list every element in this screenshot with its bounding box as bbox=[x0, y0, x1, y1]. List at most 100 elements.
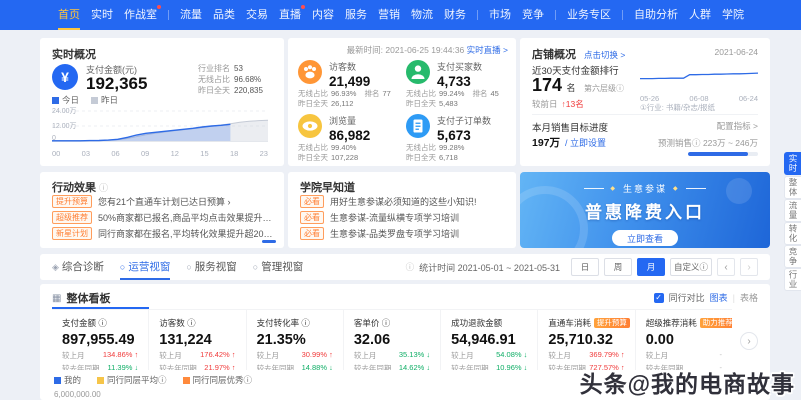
board-metric-super-rec-spend[interactable]: 超级推荐消耗助力推荐 0.00 较上月 - 较去年同期 - bbox=[636, 310, 732, 370]
banner-view-button[interactable]: 立即查看 bbox=[612, 230, 678, 246]
prev-period-button[interactable]: ‹ bbox=[717, 258, 735, 276]
sales-goal-value: 197万 / 立即设置 bbox=[532, 135, 606, 150]
metric-label: 支付买家数 bbox=[437, 60, 512, 73]
realtime-area-chart bbox=[52, 110, 268, 142]
nav-item-war-room[interactable]: 作战室 bbox=[124, 0, 157, 30]
peer-compare-label: 同行对比 bbox=[669, 291, 705, 304]
nav-item-academy[interactable]: 学院 bbox=[722, 0, 744, 30]
board-metric-avg-order-value[interactable]: 客单价 ⓘ 32.06 较上月 35.13% ↓ 较去年同期 14.62% ↓ bbox=[344, 310, 441, 370]
action-item[interactable]: 超级推荐 50%商家都已报名,商品平均点击效果提升30%,快速… › bbox=[52, 211, 274, 224]
nav-divider bbox=[477, 10, 478, 20]
metric-pay-suborders[interactable]: 支付子订单数 5,673 无线占比99.28% 昨日全天6,718 bbox=[406, 114, 512, 143]
nav-item-self-analysis[interactable]: 自助分析 bbox=[634, 0, 678, 30]
sales-forecast: 预测销售ⓘ 223万 ~ 246万 bbox=[658, 137, 758, 149]
board-metric-ztc-spend[interactable]: 直通车消耗提升预算 25,710.32 较上月 369.79% ↑ 较去年同期 … bbox=[538, 310, 635, 370]
boost-budget-badge[interactable]: 提升预算 bbox=[594, 318, 630, 328]
board-metric-visitors[interactable]: 访客数 ⓘ 131,224 较上月 176.42% ↑ 较去年同期 21.97%… bbox=[149, 310, 246, 370]
academy-item[interactable]: 必看 生意参谋-流量纵横专项学习培训 bbox=[300, 211, 506, 224]
tab-service-view[interactable]: ○服务视窗 bbox=[186, 254, 236, 280]
buyers-person-icon bbox=[406, 60, 430, 84]
pay-amount-value: 192,365 bbox=[86, 74, 147, 94]
action-item[interactable]: 新星计划 同行商家都在报名,平均转化效果提升超20%,快速打… › bbox=[52, 227, 274, 240]
table-toggle[interactable]: 表格 bbox=[740, 291, 758, 304]
nav-item-home[interactable]: 首页 bbox=[58, 0, 80, 30]
stat-time: 统计时间 2021-05-01 ~ 2021-05-31 bbox=[419, 261, 560, 274]
board-metric-refund-amount[interactable]: 成功退款金额 54,946.91 较上月 54.08% ↓ 较去年同期 10.9… bbox=[441, 310, 538, 370]
nav-item-live[interactable]: 直播 bbox=[279, 0, 301, 30]
shop-rank-chart: 05-26 06-08 06-24 bbox=[640, 64, 758, 103]
range-custom-button[interactable]: 自定义ⓘ bbox=[670, 258, 712, 276]
peer-compare-checkbox[interactable]: ✓ bbox=[654, 293, 664, 303]
metric-substats: 无线占比99.28% 昨日全天6,718 bbox=[406, 143, 512, 163]
watermark: 头条@我的电商故事 bbox=[580, 365, 795, 399]
metrics-carousel-next-button[interactable]: › bbox=[740, 332, 758, 350]
side-tab-realtime[interactable]: 实时 bbox=[784, 152, 801, 175]
side-tab-conversion[interactable]: 转化 bbox=[784, 222, 801, 245]
promo-banner[interactable]: ◆ 生意参谋 ◆ 普惠降费入口 立即查看 bbox=[520, 172, 770, 248]
realtime-title: 实时概况 bbox=[52, 46, 96, 62]
decor-line bbox=[584, 188, 604, 189]
tab-comprehensive-diagnosis[interactable]: ◈综合诊断 bbox=[52, 254, 104, 280]
side-tab-overall[interactable]: 整体 bbox=[784, 176, 801, 199]
nav-item-audience[interactable]: 人群 bbox=[689, 0, 711, 30]
nav-item-business-zone[interactable]: 业务专区 bbox=[567, 0, 611, 30]
y-tick: 24.00万 bbox=[52, 106, 77, 116]
nav-divider bbox=[622, 10, 623, 20]
nav-item-service[interactable]: 服务 bbox=[345, 0, 367, 30]
action-item[interactable]: 提升预算 您有21个直通车计划已达日预算 › bbox=[52, 195, 274, 208]
management-icon: ○ bbox=[253, 254, 258, 280]
operation-icon: ○ bbox=[120, 254, 125, 280]
top-nav: 首页 实时 作战室 流量 品类 交易 直播 内容 服务 营销 物流 财务 市场 … bbox=[0, 0, 801, 30]
side-tab-competition[interactable]: 竞争 bbox=[784, 245, 801, 268]
boost-rec-badge[interactable]: 助力推荐 bbox=[700, 318, 732, 328]
academy-item[interactable]: 必看 生意参谋-品类罗盘专项学习培训 bbox=[300, 227, 506, 240]
nav-item-trade[interactable]: 交易 bbox=[246, 0, 268, 30]
tab-management-view[interactable]: ○管理视窗 bbox=[253, 254, 303, 280]
nav-item-realtime[interactable]: 实时 bbox=[91, 0, 113, 30]
board-y-axis-label: 6,000,000.00 bbox=[54, 390, 101, 399]
shop-title: 店铺概况 bbox=[532, 46, 576, 62]
board-metric-pay-amount[interactable]: 支付金额 ⓘ 897,955.49 较上月 134.86% ↑ 较去年同期 11… bbox=[52, 310, 149, 370]
side-tab-traffic[interactable]: 流量 bbox=[784, 199, 801, 222]
board-metric-conversion-rate[interactable]: 支付转化率 ⓘ 21.35% 较上月 30.99% ↑ 较去年同期 14.88%… bbox=[247, 310, 344, 370]
chart-toggle[interactable]: 图表 bbox=[710, 291, 728, 304]
y-tick: 12.00万 bbox=[52, 121, 77, 131]
metric-pageviews[interactable]: 浏览量 86,982 无线占比99.40% 昨日全天107,228 bbox=[298, 114, 404, 143]
info-icon: ⓘ bbox=[99, 183, 108, 193]
nav-item-logistics[interactable]: 物流 bbox=[411, 0, 433, 30]
board-chart-legend: 我的 同行同层平均ⓘ 同行同层优秀ⓘ bbox=[54, 374, 252, 386]
shop-overview-card: 店铺概况 点击切换 > 2021-06-24 近30天支付金额排行 174 名 … bbox=[520, 38, 770, 166]
metric-substats: 无线占比99.24%排名45 昨日全天5,483 bbox=[406, 89, 512, 109]
dashboard-page: 首页 实时 作战室 流量 品类 交易 直播 内容 服务 营销 物流 财务 市场 … bbox=[0, 0, 801, 400]
realtime-overview-card: 实时概况 ¥ 支付金额(元) 192,365 行业排名53 无线占比96.68%… bbox=[40, 38, 284, 166]
range-month-button[interactable]: 月 bbox=[637, 258, 665, 276]
metric-label: 访客数 bbox=[329, 60, 404, 73]
next-period-button[interactable]: › bbox=[740, 258, 758, 276]
goal-config-link[interactable]: 配置指标 > bbox=[717, 120, 758, 132]
shop-industry-note: ①行业: 书籍/杂志/报纸 bbox=[640, 102, 715, 113]
nav-item-market[interactable]: 市场 bbox=[489, 0, 511, 30]
shop-switch-link[interactable]: 点击切换 > bbox=[584, 49, 625, 61]
nav-item-marketing[interactable]: 营销 bbox=[378, 0, 400, 30]
academy-text: 生意参谋-品类罗盘专项学习培训 bbox=[330, 227, 459, 240]
goal-progress-bar bbox=[688, 152, 758, 156]
nav-item-content[interactable]: 内容 bbox=[312, 0, 334, 30]
range-week-button[interactable]: 周 bbox=[604, 258, 632, 276]
tab-operation-view[interactable]: ○运营视窗 bbox=[120, 254, 170, 280]
side-tab-industry[interactable]: 行业 bbox=[784, 268, 801, 291]
diagnosis-icon: ◈ bbox=[52, 254, 59, 280]
metric-substats: 无线占比96.93%排名77 昨日全天26,112 bbox=[298, 89, 404, 109]
divider: | bbox=[733, 293, 735, 303]
goal-set-link[interactable]: / 立即设置 bbox=[565, 138, 606, 148]
nav-item-finance[interactable]: 财务 bbox=[444, 0, 466, 30]
metric-visitors[interactable]: 访客数 21,499 无线占比96.93%排名77 昨日全天26,112 bbox=[298, 60, 404, 89]
nav-item-category[interactable]: 品类 bbox=[213, 0, 235, 30]
realtime-live-link[interactable]: 实时直播 > bbox=[467, 45, 508, 55]
nav-item-traffic[interactable]: 流量 bbox=[180, 0, 202, 30]
metric-pay-buyers[interactable]: 支付买家数 4,733 无线占比99.24%排名45 昨日全天5,483 bbox=[406, 60, 512, 89]
range-day-button[interactable]: 日 bbox=[571, 258, 599, 276]
nav-item-competition[interactable]: 竞争 bbox=[522, 0, 544, 30]
academy-item[interactable]: 必看 用好生意参谋必须知道的这些小知识! bbox=[300, 195, 506, 208]
info-icon: ⓘ bbox=[406, 261, 415, 273]
legend-mine-swatch bbox=[54, 377, 61, 384]
